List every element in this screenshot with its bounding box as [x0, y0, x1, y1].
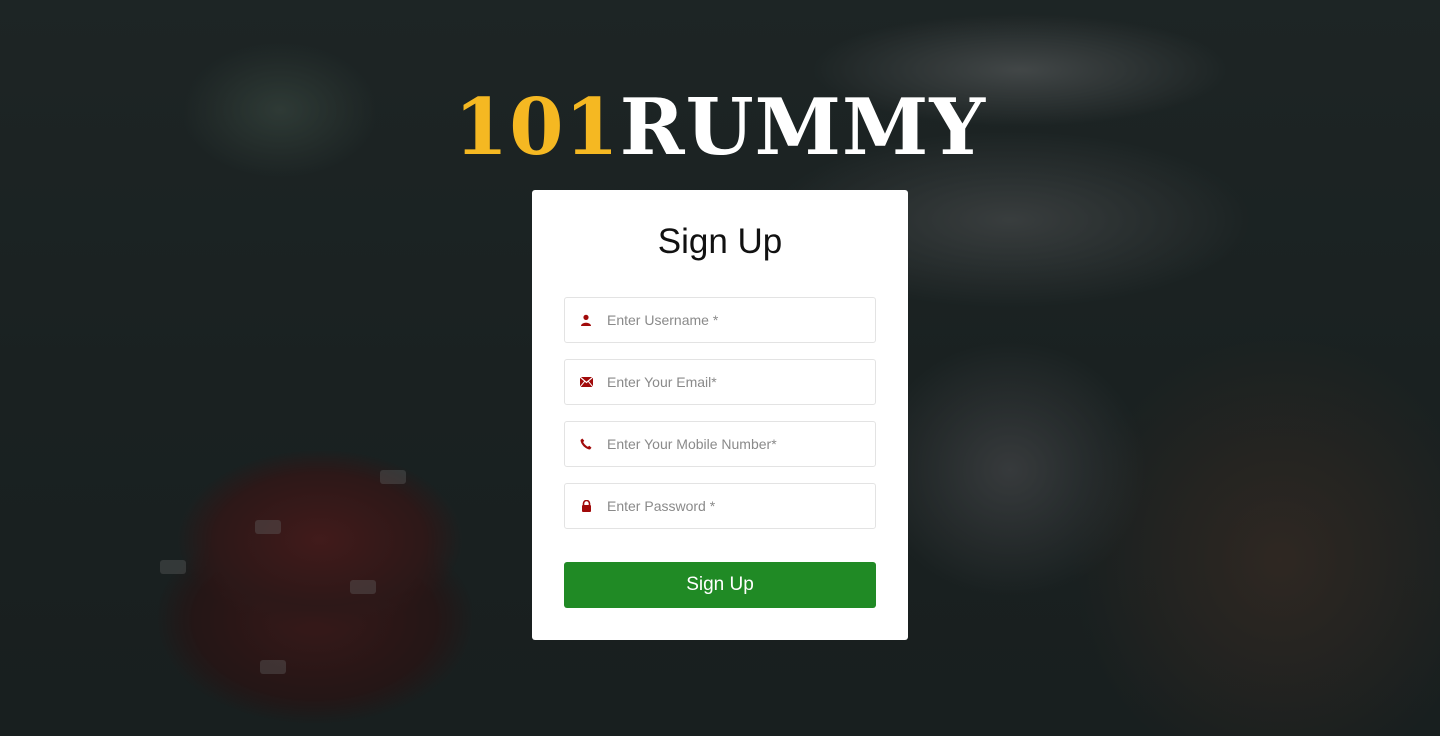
- password-field[interactable]: [564, 483, 876, 529]
- email-input[interactable]: [607, 360, 875, 404]
- lock-icon: [565, 483, 607, 529]
- user-icon: [565, 297, 607, 343]
- phone-icon: [565, 421, 607, 467]
- brand-logo: 101RUMMY: [0, 86, 1440, 170]
- envelope-icon: [565, 359, 607, 405]
- form-title: Sign Up: [657, 222, 783, 261]
- password-input[interactable]: [607, 484, 875, 528]
- username-field[interactable]: [564, 297, 876, 343]
- logo-word: RUMMY: [619, 82, 987, 173]
- email-field[interactable]: [564, 359, 876, 405]
- mobile-input[interactable]: [607, 422, 875, 466]
- signup-button[interactable]: Sign Up: [564, 562, 876, 608]
- username-input[interactable]: [607, 298, 875, 342]
- logo-number: 101: [453, 82, 620, 173]
- mobile-field[interactable]: [564, 421, 876, 467]
